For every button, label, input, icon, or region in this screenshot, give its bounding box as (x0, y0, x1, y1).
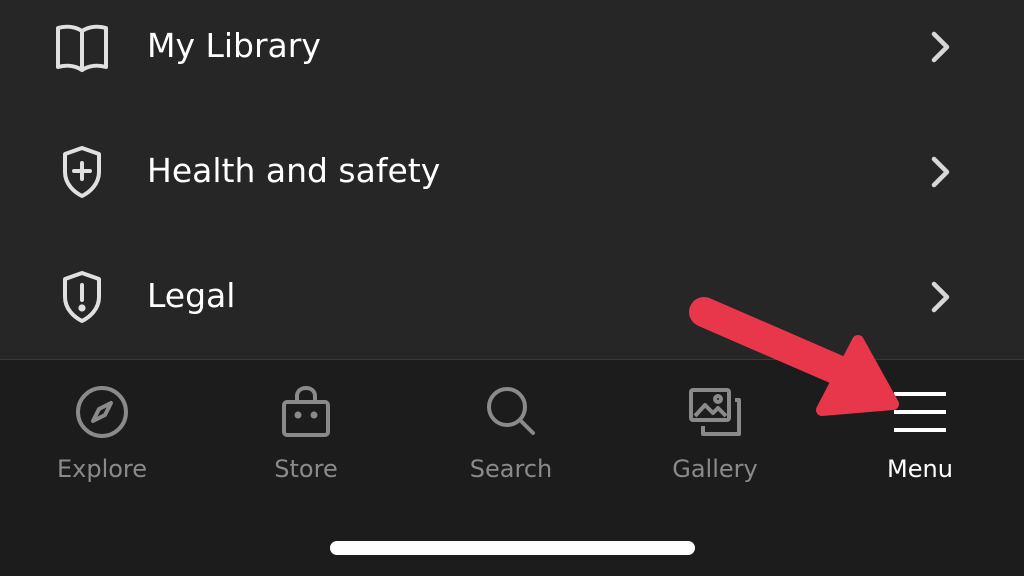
menu-item-health-and-safety[interactable]: Health and safety (0, 127, 1024, 217)
shopping-bag-icon (276, 382, 336, 442)
chevron-right-icon (926, 279, 956, 315)
tab-gallery[interactable]: Gallery (613, 378, 817, 490)
menu-item-label: Health and safety (147, 151, 441, 190)
tab-store[interactable]: Store (204, 378, 408, 490)
home-indicator (330, 541, 695, 555)
menu-item-label: Legal (147, 276, 236, 315)
tab-label: Menu (887, 455, 953, 483)
chevron-right-icon (926, 29, 956, 65)
shield-exclamation-icon (52, 269, 112, 325)
gallery-icon (685, 382, 745, 442)
chevron-right-icon (926, 154, 956, 190)
tab-search[interactable]: Search (409, 378, 613, 490)
menu-item-legal[interactable]: Legal (0, 252, 1024, 342)
book-icon (52, 19, 112, 75)
hamburger-icon (890, 382, 950, 442)
shield-plus-icon (52, 144, 112, 200)
menu-list: My Library Health and safety Legal (0, 0, 1024, 359)
menu-screen: My Library Health and safety Legal Explo… (0, 0, 1024, 576)
menu-item-my-library[interactable]: My Library (0, 2, 1024, 92)
tab-label: Store (274, 455, 338, 483)
search-icon (481, 382, 541, 442)
tab-label: Gallery (672, 455, 758, 483)
tab-menu[interactable]: Menu (818, 378, 1022, 490)
tab-explore[interactable]: Explore (0, 378, 204, 490)
compass-icon (72, 382, 132, 442)
menu-item-label: My Library (147, 26, 321, 65)
tab-label: Explore (56, 455, 148, 483)
tab-label: Search (469, 455, 553, 483)
